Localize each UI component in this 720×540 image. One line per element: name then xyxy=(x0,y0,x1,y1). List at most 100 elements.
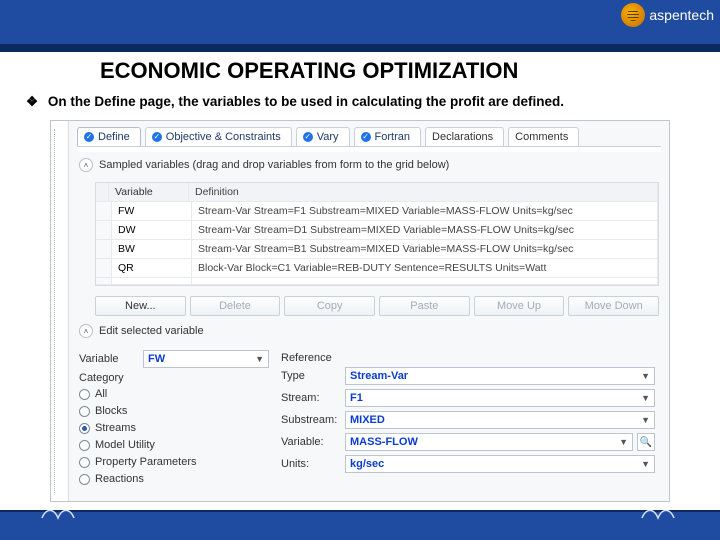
table-row[interactable]: QR Block-Var Block=C1 Variable=REB-DUTY … xyxy=(96,259,658,278)
edit-section-title: Edit selected variable xyxy=(99,325,204,337)
variable-dropdown[interactable]: FW ▼ xyxy=(143,350,269,368)
move-down-button[interactable]: Move Down xyxy=(568,296,659,316)
row-handle[interactable] xyxy=(96,259,112,278)
table-row-empty[interactable] xyxy=(96,278,658,285)
substream-value: MIXED xyxy=(350,414,385,426)
units-dropdown[interactable]: kg/sec ▼ xyxy=(345,455,655,473)
tab-label: Vary xyxy=(317,131,339,143)
row-handle[interactable] xyxy=(96,240,112,259)
cell-var[interactable]: DW xyxy=(112,221,192,240)
check-icon: ✓ xyxy=(152,132,162,142)
row-handle[interactable] xyxy=(96,221,112,240)
check-icon: ✓ xyxy=(303,132,313,142)
tab-vary[interactable]: ✓ Vary xyxy=(296,127,350,146)
cell-def[interactable]: Block-Var Block=C1 Variable=REB-DUTY Sen… xyxy=(192,259,658,278)
slide-footer xyxy=(0,510,720,540)
radio-label: Property Parameters xyxy=(95,456,196,468)
diamond-bullet-icon: ❖ xyxy=(26,94,38,109)
copy-button[interactable]: Copy xyxy=(284,296,375,316)
field-name: Substream: xyxy=(281,414,341,426)
brand-icon xyxy=(621,3,645,27)
col-definition: Definition xyxy=(189,183,658,202)
chevron-down-icon: ▼ xyxy=(255,354,264,364)
cell-var[interactable]: FW xyxy=(112,202,192,221)
radio-icon xyxy=(79,440,90,451)
cell-def[interactable] xyxy=(192,278,658,285)
category-radio-group: All Blocks Streams Model Utility xyxy=(79,388,269,485)
collapse-icon[interactable]: ˄ xyxy=(79,324,93,338)
chevron-down-icon: ▼ xyxy=(641,393,650,403)
lookup-button[interactable]: 🔍 xyxy=(637,433,655,451)
radio-icon xyxy=(79,389,90,400)
paste-button[interactable]: Paste xyxy=(379,296,470,316)
field-name: Units: xyxy=(281,458,341,470)
cell-var[interactable]: QR xyxy=(112,259,192,278)
tab-bar: ✓ Define ✓ Objective & Constraints ✓ Var… xyxy=(69,121,669,146)
type-value: Stream-Var xyxy=(350,370,408,382)
cell-var[interactable] xyxy=(112,278,192,285)
slide-subtitle: ❖ On the Define page, the variables to b… xyxy=(0,94,720,110)
radio-model-utility[interactable]: Model Utility xyxy=(79,439,269,451)
search-icon: 🔍 xyxy=(640,437,652,448)
radio-property-parameters[interactable]: Property Parameters xyxy=(79,456,269,468)
edit-section: ˄ Edit selected variable xyxy=(69,318,669,344)
radio-label: All xyxy=(95,388,107,400)
delete-button[interactable]: Delete xyxy=(190,296,281,316)
chevron-down-icon: ▼ xyxy=(619,437,628,447)
table-row[interactable]: FW Stream-Var Stream=F1 Substream=MIXED … xyxy=(96,202,658,221)
field-name: Stream: xyxy=(281,392,341,404)
chevron-down-icon: ▼ xyxy=(641,371,650,381)
chevron-down-icon: ▼ xyxy=(641,415,650,425)
main-panel: ✓ Define ✓ Objective & Constraints ✓ Var… xyxy=(69,121,669,501)
radio-streams[interactable]: Streams xyxy=(79,422,269,434)
cell-def[interactable]: Stream-Var Stream=D1 Substream=MIXED Var… xyxy=(192,221,658,240)
category-label: Category xyxy=(79,372,269,384)
radio-label: Streams xyxy=(95,422,136,434)
substream-dropdown[interactable]: MIXED ▼ xyxy=(345,411,655,429)
type-dropdown[interactable]: Stream-Var ▼ xyxy=(345,367,655,385)
tab-declarations[interactable]: Declarations xyxy=(425,127,504,146)
cell-def[interactable]: Stream-Var Stream=F1 Substream=MIXED Var… xyxy=(192,202,658,221)
table-row[interactable]: DW Stream-Var Stream=D1 Substream=MIXED … xyxy=(96,221,658,240)
sampled-section: ˄ Sampled variables (drag and drop varia… xyxy=(69,152,669,178)
tab-comments[interactable]: Comments xyxy=(508,127,579,146)
radio-icon xyxy=(79,474,90,485)
radio-icon xyxy=(79,423,90,434)
tab-objective-constraints[interactable]: ✓ Objective & Constraints xyxy=(145,127,292,146)
cell-var[interactable]: BW xyxy=(112,240,192,259)
stream-value: F1 xyxy=(350,392,363,404)
edit-left-panel: Variable FW ▼ Category All Blocks xyxy=(79,350,269,485)
tab-define[interactable]: ✓ Define xyxy=(77,127,141,146)
radio-blocks[interactable]: Blocks xyxy=(79,405,269,417)
col-variable: Variable xyxy=(109,183,189,202)
field-name: Variable: xyxy=(281,436,341,448)
reference-label: Reference xyxy=(281,352,655,364)
tab-label: Objective & Constraints xyxy=(166,131,281,143)
new-button[interactable]: New... xyxy=(95,296,186,316)
chevron-down-icon: ▼ xyxy=(641,459,650,469)
check-icon: ✓ xyxy=(84,132,94,142)
radio-label: Blocks xyxy=(95,405,127,417)
radio-reactions[interactable]: Reactions xyxy=(79,473,269,485)
row-handle[interactable] xyxy=(96,202,112,221)
variable-value: FW xyxy=(148,353,165,365)
row-handle-head xyxy=(96,183,109,202)
grid-button-bar: New... Delete Copy Paste Move Up Move Do… xyxy=(69,292,669,318)
radio-icon xyxy=(79,457,90,468)
table-row[interactable]: BW Stream-Var Stream=B1 Substream=MIXED … xyxy=(96,240,658,259)
slide-header: aspentech xyxy=(0,0,720,52)
check-icon: ✓ xyxy=(361,132,371,142)
move-up-button[interactable]: Move Up xyxy=(474,296,565,316)
slide-title: ECONOMIC OPERATING OPTIMIZATION xyxy=(100,58,518,84)
row-handle[interactable] xyxy=(96,278,112,285)
cell-def[interactable]: Stream-Var Stream=B1 Substream=MIXED Var… xyxy=(192,240,658,259)
stream-dropdown[interactable]: F1 ▼ xyxy=(345,389,655,407)
variable-ref-dropdown[interactable]: MASS-FLOW ▼ xyxy=(345,433,633,451)
tab-fortran[interactable]: ✓ Fortran xyxy=(354,127,421,146)
tree-gutter[interactable] xyxy=(51,121,69,501)
radio-all[interactable]: All xyxy=(79,388,269,400)
variable-grid[interactable]: Variable Definition FW Stream-Var Stream… xyxy=(95,182,659,286)
edit-right-panel: Reference Type Stream-Var ▼ Stream: F1 ▼ xyxy=(281,350,655,485)
grid-header: Variable Definition xyxy=(96,183,658,202)
collapse-icon[interactable]: ˄ xyxy=(79,158,93,172)
